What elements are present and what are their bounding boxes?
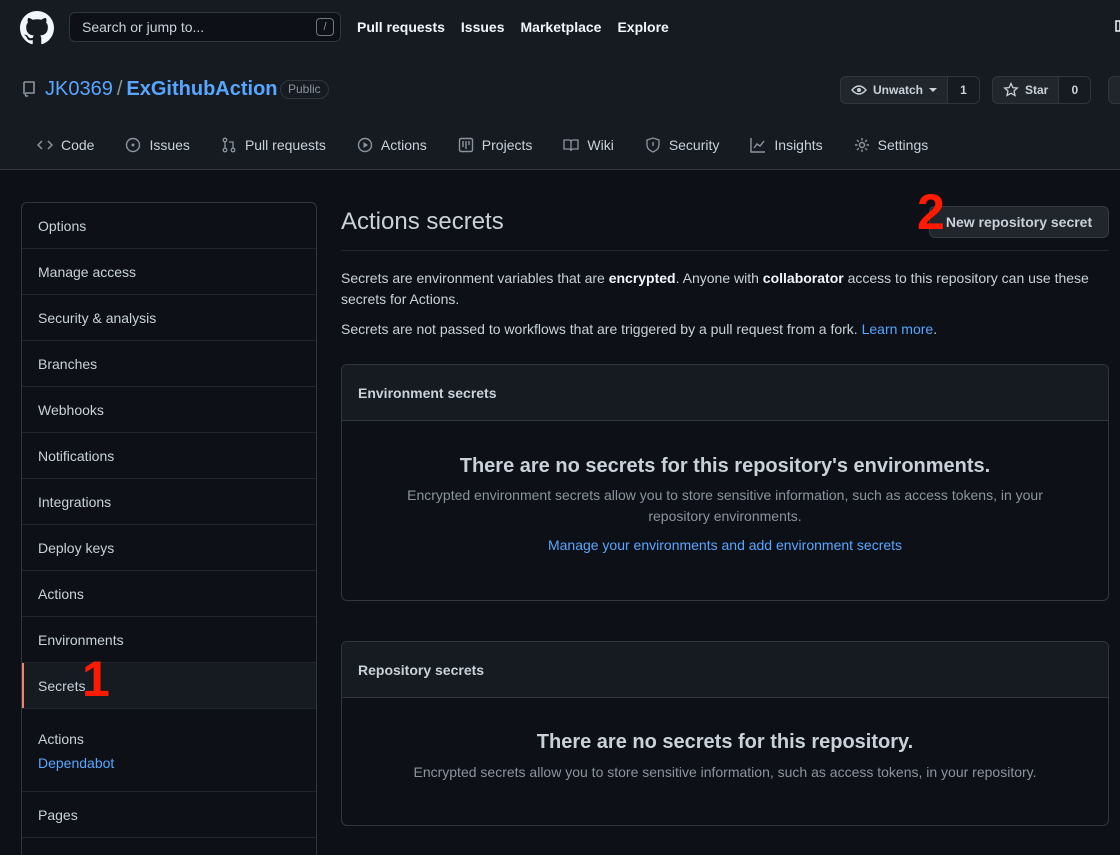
bell-icon[interactable] [1113, 18, 1120, 36]
sidebar-subitem-actions[interactable]: Actions [38, 731, 300, 747]
tab-security-label: Security [668, 137, 720, 153]
tab-security[interactable]: Security [645, 134, 720, 156]
code-icon [37, 140, 53, 150]
new-repository-secret-button[interactable]: New repository secret [929, 206, 1109, 238]
sidebar-item-options[interactable]: Options [22, 203, 316, 249]
sidebar-item-branches[interactable]: Branches [22, 341, 316, 387]
desc-part-a: Secrets are environment variables that a… [341, 270, 609, 286]
tab-wiki[interactable]: Wiki [563, 134, 614, 156]
sidebar-item-actions[interactable]: Actions [22, 571, 316, 617]
star-button[interactable]: Star [993, 77, 1058, 103]
repo-path-separator: / [116, 78, 123, 100]
star-button-group: Star 0 [992, 76, 1092, 104]
eye-icon [851, 85, 867, 95]
issue-icon [126, 137, 141, 153]
nav-explore[interactable]: Explore [617, 19, 668, 35]
tab-code[interactable]: Code [37, 134, 94, 156]
env-empty-description: Encrypted environment secrets allow you … [407, 487, 1043, 524]
repo-icon [23, 81, 35, 97]
repo-empty-title: There are no secrets for this repository… [536, 731, 914, 753]
repository-secrets-heading: Repository secrets [342, 642, 1108, 698]
repo-empty-description: Encrypted secrets allow you to store sen… [413, 764, 1037, 780]
star-icon [1003, 82, 1019, 97]
star-label: Star [1025, 83, 1049, 97]
star-count[interactable]: 0 [1058, 77, 1091, 103]
unwatch-button[interactable]: Unwatch [841, 77, 947, 103]
github-logo-icon[interactable] [20, 11, 54, 45]
tab-pull-requests[interactable]: Pull requests [221, 134, 326, 156]
annotation-number-one: 1 [82, 651, 110, 707]
sidebar-item-notifications[interactable]: Notifications [22, 433, 316, 479]
chevron-down-icon [929, 88, 938, 92]
watch-count[interactable]: 1 [947, 77, 980, 103]
fork-notice-end: . [933, 321, 938, 337]
tab-insights[interactable]: Insights [750, 134, 823, 156]
tab-wiki-label: Wiki [587, 137, 614, 153]
pull-request-icon [222, 137, 236, 153]
desc-encrypted: encrypted [608, 270, 676, 286]
watch-button-group: Unwatch 1 [840, 76, 981, 104]
tab-code-label: Code [61, 137, 95, 153]
sidebar-subitem-dependabot[interactable]: Dependabot [38, 755, 300, 771]
visibility-badge: Public [280, 80, 329, 99]
global-header: Search or jump to... / Pull requests Iss… [0, 0, 1120, 58]
tab-actions-label: Actions [380, 137, 427, 153]
repo-header: JK0369 / ExGithubAction Public Unwatch 1… [0, 58, 1120, 170]
graph-icon [750, 138, 766, 153]
tab-projects[interactable]: Projects [458, 134, 533, 156]
fork-notice-text: Secrets are not passed to workflows that… [341, 321, 862, 337]
sidebar-item-environments[interactable]: Environments [22, 617, 316, 663]
nav-pull-requests[interactable]: Pull requests [357, 19, 445, 35]
title-divider [341, 250, 1109, 251]
repo-title: JK0369 / ExGithubAction [45, 78, 278, 101]
search-placeholder: Search or jump to... [82, 19, 205, 35]
book-icon [563, 139, 580, 152]
tab-issues[interactable]: Issues [125, 134, 190, 156]
sidebar-item-security-analysis[interactable]: Security & analysis [22, 295, 316, 341]
nav-marketplace[interactable]: Marketplace [521, 19, 602, 35]
desc-collaborator: collaborator [762, 270, 844, 286]
repo-owner-link[interactable]: JK0369 [45, 78, 113, 101]
tab-settings-label: Settings [877, 137, 929, 153]
tab-issues-label: Issues [149, 137, 190, 153]
repository-secrets-box: Repository secrets There are no secrets … [341, 641, 1109, 826]
secrets-description: Secrets are environment variables that a… [341, 268, 1101, 310]
fork-notice: Secrets are not passed to workflows that… [341, 321, 937, 337]
gear-icon [854, 138, 869, 152]
sidebar-item-integrations[interactable]: Integrations [22, 479, 316, 525]
search-shortcut-key: / [316, 18, 334, 36]
tab-insights-label: Insights [774, 137, 823, 153]
learn-more-link[interactable]: Learn more [862, 321, 934, 337]
repository-secrets-empty: There are no secrets for this repository… [342, 731, 1108, 783]
manage-environments-link[interactable]: Manage your environments and add environ… [362, 537, 1088, 553]
environment-secrets-empty: There are no secrets for this repository… [342, 455, 1108, 553]
sidebar-item-manage-access[interactable]: Manage access [22, 249, 316, 295]
repo-name-link[interactable]: ExGithubAction [126, 78, 277, 101]
tab-actions[interactable]: Actions [357, 134, 427, 156]
sidebar-item-deploy-keys[interactable]: Deploy keys [22, 525, 316, 571]
page-title: Actions secrets [341, 208, 504, 235]
play-icon [357, 137, 373, 153]
environment-secrets-heading: Environment secrets [342, 365, 1108, 421]
desc-part-c: . Anyone with [675, 270, 763, 286]
repo-tabs: Code Issues Pull requests Actions Projec… [37, 134, 959, 156]
shield-icon [646, 137, 660, 153]
annotation-number-two: 2 [917, 184, 945, 240]
settings-sidebar: Options Manage access Security & analysi… [21, 202, 317, 855]
search-input[interactable]: Search or jump to... / [69, 12, 341, 42]
unwatch-label: Unwatch [873, 83, 924, 97]
project-icon [458, 137, 473, 153]
nav-issues[interactable]: Issues [461, 19, 505, 35]
sidebar-secrets-subgroup: Actions Dependabot [22, 709, 316, 792]
tab-settings[interactable]: Settings [854, 134, 929, 156]
sidebar-item-pages[interactable]: Pages [22, 792, 316, 838]
tab-projects-label: Projects [481, 137, 533, 153]
env-empty-title: There are no secrets for this repository… [459, 455, 991, 477]
sidebar-item-secrets[interactable]: Secrets [22, 663, 316, 709]
fork-button-group[interactable] [1108, 76, 1120, 104]
sidebar-item-webhooks[interactable]: Webhooks [22, 387, 316, 433]
tab-pull-requests-label: Pull requests [244, 137, 326, 153]
environment-secrets-box: Environment secrets There are no secrets… [341, 364, 1109, 601]
global-nav: Pull requests Issues Marketplace Explore [357, 19, 669, 35]
